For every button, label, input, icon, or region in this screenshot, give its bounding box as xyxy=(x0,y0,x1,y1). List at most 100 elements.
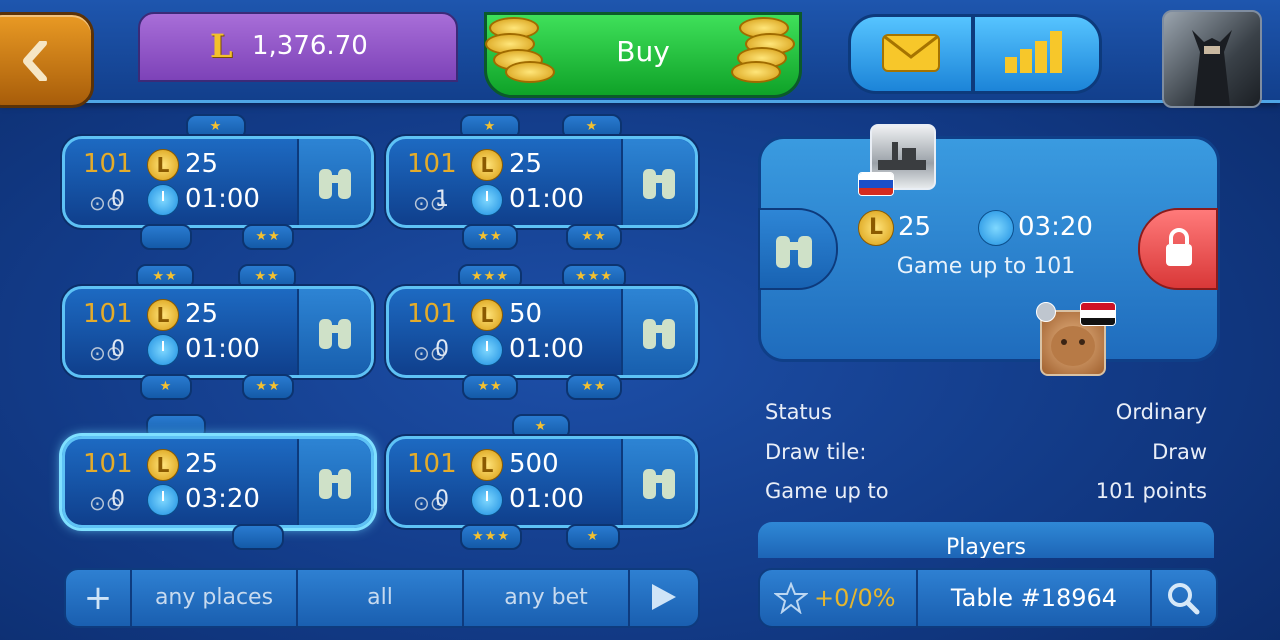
detail-bet: 25 xyxy=(898,212,932,242)
table-tab: ★★ xyxy=(242,374,294,400)
envelope-icon xyxy=(882,34,940,72)
spectator-count: 1 xyxy=(435,187,449,212)
binoculars-icon xyxy=(643,319,675,349)
russia-flag-icon xyxy=(858,172,894,196)
spectator-count: 0 xyxy=(111,337,125,362)
buy-button[interactable]: Buy xyxy=(484,12,802,98)
lock-icon xyxy=(1166,228,1192,266)
clock-icon xyxy=(147,184,179,216)
clock-icon xyxy=(471,334,503,366)
watch-table-button[interactable] xyxy=(621,439,695,525)
game-target: 101 xyxy=(83,149,133,179)
leaderboard-button[interactable] xyxy=(972,14,1102,94)
buy-label: Buy xyxy=(616,35,670,68)
avatar-image xyxy=(1192,30,1232,106)
bet-coin-icon: L xyxy=(471,149,503,181)
bet-coin-icon: L xyxy=(147,299,179,331)
clock-icon xyxy=(978,210,1014,246)
table-tab: ★ xyxy=(566,524,620,550)
balance-display: L 1,376.70 xyxy=(138,12,458,82)
create-table-button[interactable]: + xyxy=(66,570,132,626)
table-card[interactable]: 101 L 25 ⊙⊙ 0 01:00 xyxy=(62,286,374,378)
detail-time: 03:20 xyxy=(1018,212,1093,242)
balance-amount: 1,376.70 xyxy=(252,31,368,61)
turn-time: 01:00 xyxy=(185,334,260,364)
table-tab: ★★★ xyxy=(460,524,522,550)
star-icon xyxy=(774,582,808,614)
table-tab: ★★ xyxy=(242,224,294,250)
info-label: Game up to xyxy=(765,479,889,503)
table-card[interactable]: 101 L 500 ⊙⊙ 0 01:00 xyxy=(386,436,698,528)
watch-table-button[interactable] xyxy=(621,289,695,375)
search-icon xyxy=(1168,583,1200,615)
bet-amount: 500 xyxy=(509,449,559,479)
bet-coin-icon: L xyxy=(471,299,503,331)
currency-icon: L xyxy=(210,27,233,65)
watch-table-button[interactable] xyxy=(621,139,695,225)
filter-bar: + any places all any bet xyxy=(64,568,700,628)
watch-table-button[interactable] xyxy=(297,289,371,375)
game-target: 101 xyxy=(407,449,457,479)
bet-coin-icon: L xyxy=(147,149,179,181)
game-filter[interactable]: all xyxy=(298,570,464,626)
info-value: Draw xyxy=(1152,440,1207,464)
search-button[interactable] xyxy=(1152,570,1216,626)
places-filter[interactable]: any places xyxy=(132,570,298,626)
bet-coin-icon: L xyxy=(858,210,894,246)
game-target: 101 xyxy=(83,299,133,329)
bet-amount: 25 xyxy=(185,149,219,179)
watch-table-button[interactable] xyxy=(297,439,371,525)
binoculars-icon xyxy=(776,236,812,268)
table-card[interactable]: 101 L 25 ⊙⊙ 1 01:00 xyxy=(386,136,698,228)
mail-button[interactable] xyxy=(848,14,974,94)
clock-icon xyxy=(471,484,503,516)
bet-coin-icon: L xyxy=(147,449,179,481)
binoculars-icon xyxy=(643,469,675,499)
table-info-bar: +0/0% Table #18964 xyxy=(758,568,1218,628)
table-card-selected[interactable]: 101 L 25 ⊙⊙ 0 03:20 xyxy=(62,436,374,528)
info-label: Draw tile: xyxy=(765,440,867,464)
rating-button[interactable]: +0/0% xyxy=(760,570,918,626)
play-button[interactable] xyxy=(630,570,696,626)
clock-icon xyxy=(147,484,179,516)
turn-time: 01:00 xyxy=(185,184,260,214)
watch-selected-table-button[interactable] xyxy=(758,208,838,290)
turn-time: 03:20 xyxy=(185,484,260,514)
private-table-button[interactable] xyxy=(1138,208,1218,290)
info-label: Status xyxy=(765,400,832,424)
table-tab: ★★ xyxy=(566,224,622,250)
watch-table-button[interactable] xyxy=(297,139,371,225)
my-avatar[interactable] xyxy=(1162,10,1262,108)
play-icon xyxy=(652,584,676,610)
table-card[interactable]: 101 L 50 ⊙⊙ 0 01:00 xyxy=(386,286,698,378)
players-tab[interactable]: Players xyxy=(758,522,1214,558)
spectator-count: 0 xyxy=(435,337,449,362)
bet-amount: 25 xyxy=(509,149,543,179)
bet-coin-icon: L xyxy=(471,449,503,481)
binoculars-icon xyxy=(319,469,351,499)
game-target: 101 xyxy=(407,149,457,179)
spectator-count: 0 xyxy=(111,487,125,512)
table-tab xyxy=(140,224,192,250)
info-value: 101 points xyxy=(1095,479,1207,503)
spectator-count: 0 xyxy=(111,187,125,212)
clock-icon xyxy=(471,184,503,216)
table-number: Table #18964 xyxy=(918,570,1152,626)
bet-amount: 50 xyxy=(509,299,543,329)
table-tab: ★★ xyxy=(462,224,518,250)
egypt-flag-icon xyxy=(1080,302,1116,326)
clock-icon xyxy=(147,334,179,366)
turn-time: 01:00 xyxy=(509,484,584,514)
info-value: Ordinary xyxy=(1115,400,1207,424)
detail-subtitle: Game up to 101 xyxy=(896,254,1076,279)
bet-filter[interactable]: any bet xyxy=(464,570,630,626)
table-card[interactable]: 101 L 25 ⊙⊙ 0 01:00 xyxy=(62,136,374,228)
back-button[interactable] xyxy=(0,12,94,108)
bet-amount: 25 xyxy=(185,299,219,329)
table-tab: ★★ xyxy=(462,374,518,400)
rating-value: +0/0% xyxy=(814,584,896,612)
binoculars-icon xyxy=(319,169,351,199)
back-arrow-icon xyxy=(23,41,47,81)
table-tab: ★ xyxy=(140,374,192,400)
turn-time: 01:00 xyxy=(509,184,584,214)
